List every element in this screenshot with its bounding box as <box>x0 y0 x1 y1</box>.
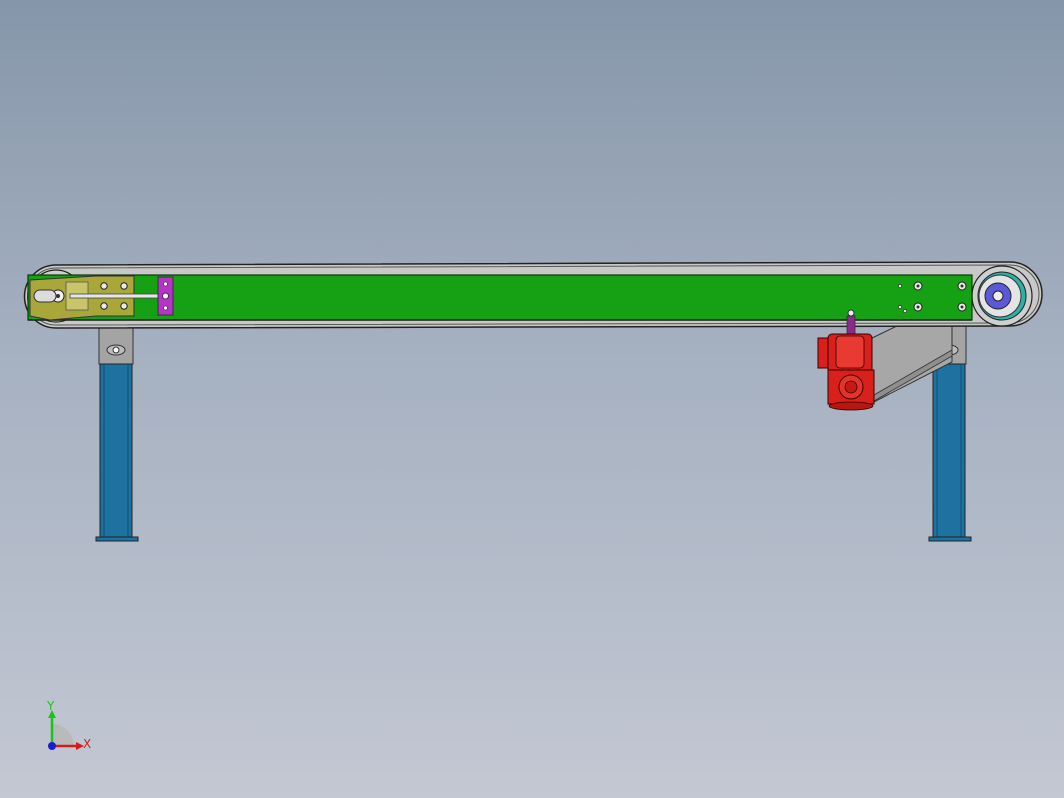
drive-pulley <box>971 265 1033 327</box>
triad-x-label: X <box>83 737 92 751</box>
conveyor-model[interactable] <box>0 0 1064 798</box>
triad-y-label: Y <box>47 699 55 713</box>
tensioner-block[interactable] <box>157 276 174 316</box>
triad-z-axis <box>48 742 56 750</box>
coordinate-triad <box>48 710 84 750</box>
graphics-viewport[interactable]: Y X <box>0 0 1064 798</box>
support-leg-left[interactable] <box>95 321 139 542</box>
